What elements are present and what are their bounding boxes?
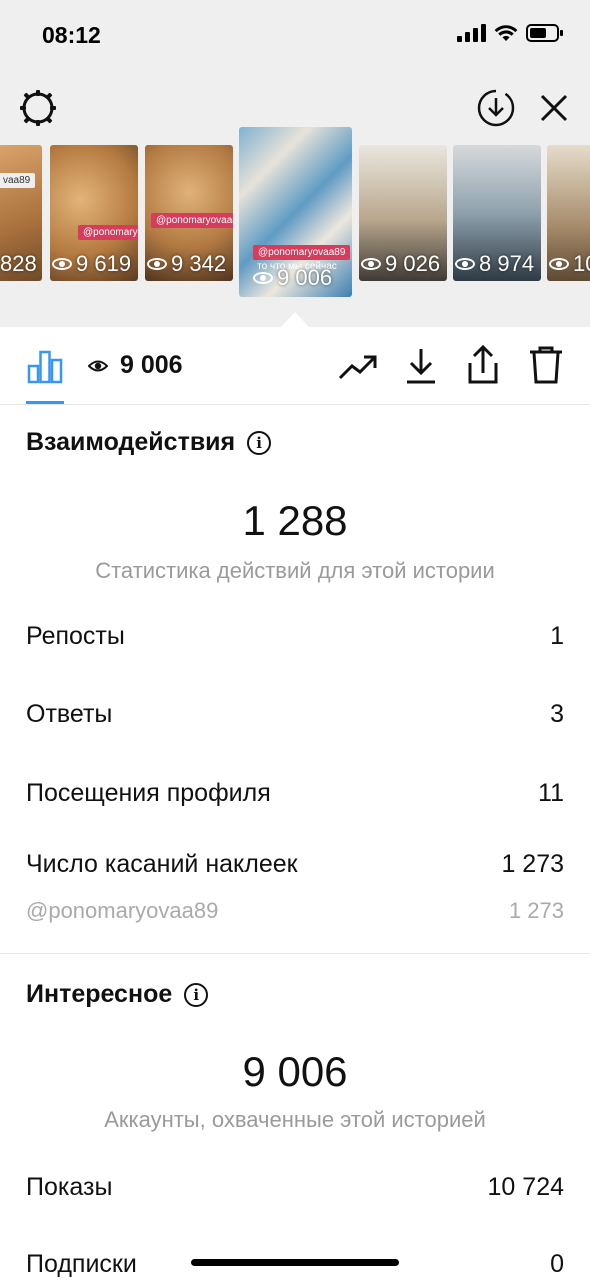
interactions-subtitle: Статистика действий для этой истории bbox=[95, 558, 495, 583]
eye-icon bbox=[549, 258, 569, 270]
metric-label: Ответы bbox=[26, 700, 113, 728]
story-tag: vaa89 bbox=[0, 173, 36, 188]
metric-value: 1 bbox=[550, 622, 564, 650]
metric-row: Посещения профиля 11 bbox=[26, 779, 564, 808]
active-tab-indicator bbox=[26, 401, 64, 404]
insights-toolbar: 9 006 bbox=[0, 327, 590, 405]
eye-icon bbox=[52, 258, 72, 270]
eye-icon bbox=[361, 258, 381, 270]
views-value: 9 006 bbox=[120, 351, 183, 379]
bar-chart-icon[interactable] bbox=[26, 347, 64, 385]
metric-label: Показы bbox=[26, 1173, 113, 1201]
story-view-count: 828 bbox=[0, 251, 37, 276]
story-thumbnail[interactable]: 8 974 bbox=[453, 145, 541, 281]
metric-row: Ответы 3 bbox=[26, 700, 564, 729]
settings-gear-icon[interactable] bbox=[18, 88, 58, 128]
status-bar: 08:12 bbox=[0, 0, 590, 72]
metric-row: Число касаний наклеек 1 273 bbox=[26, 850, 564, 879]
metric-row: Показы 10 724 bbox=[26, 1173, 564, 1202]
story-thumbnail[interactable]: 10 bbox=[547, 145, 590, 281]
story-header: vaa89 828 @ponomaryovaa89 9 619 @ponomar… bbox=[0, 72, 590, 327]
sticker-detail-label: @ponomaryovaa89 bbox=[26, 898, 219, 923]
interactions-total: 1 288 bbox=[242, 497, 348, 544]
sticker-detail-value: 1 273 bbox=[508, 898, 564, 923]
story-thumbnail[interactable]: 9 026 bbox=[359, 145, 447, 281]
metric-row: Репосты 1 bbox=[26, 622, 564, 651]
share-icon[interactable] bbox=[464, 343, 502, 387]
battery-icon bbox=[526, 24, 563, 42]
story-thumbnail[interactable]: @ponomaryovaa89 9 619 bbox=[50, 145, 138, 281]
story-view-count: 10 bbox=[549, 251, 590, 277]
story-view-count: 9 342 bbox=[147, 251, 226, 277]
story-view-count: 9 026 bbox=[361, 251, 440, 277]
story-thumbnail-active[interactable]: @ponomaryovaa89 то что мы сейчас 9 006 bbox=[239, 127, 352, 297]
story-thumbnail[interactable]: @ponomaryovaa89 9 342 bbox=[145, 145, 233, 281]
metric-label: Подписки bbox=[26, 1250, 137, 1278]
discovery-title: Интересное bbox=[26, 980, 173, 1008]
metric-value: 0 bbox=[550, 1250, 564, 1278]
story-thumbnail[interactable]: vaa89 828 bbox=[0, 145, 42, 281]
status-time: 08:12 bbox=[42, 22, 101, 48]
discovery-subtitle: Аккаунты, охваченные этой историей bbox=[104, 1107, 486, 1132]
section-divider bbox=[0, 953, 590, 954]
eye-icon bbox=[253, 272, 273, 284]
cellular-signal-icon bbox=[457, 24, 486, 42]
info-icon[interactable]: i bbox=[247, 430, 272, 455]
eye-icon bbox=[147, 258, 167, 270]
wifi-icon bbox=[494, 25, 518, 41]
active-story-pointer bbox=[281, 312, 309, 327]
eye-icon bbox=[88, 360, 108, 371]
discovery-heading: Интересное i bbox=[26, 980, 209, 1009]
story-view-count: 8 974 bbox=[455, 251, 534, 277]
story-tag: @ponomaryovaa89 bbox=[78, 225, 138, 240]
metric-value: 3 bbox=[550, 700, 564, 728]
eye-icon bbox=[455, 258, 475, 270]
interactions-heading: Взаимодействия i bbox=[26, 428, 272, 457]
discovery-total: 9 006 bbox=[242, 1048, 348, 1095]
metric-value: 1 273 bbox=[501, 850, 564, 878]
trending-up-icon[interactable] bbox=[336, 347, 380, 387]
story-view-count: 9 006 bbox=[253, 265, 332, 291]
metric-label: Число касаний наклеек bbox=[26, 850, 298, 878]
trash-icon[interactable] bbox=[526, 343, 566, 387]
status-icons bbox=[457, 24, 564, 42]
metric-label: Репосты bbox=[26, 622, 125, 650]
close-icon[interactable] bbox=[534, 88, 574, 128]
download-circle-icon[interactable] bbox=[474, 86, 518, 130]
story-view-count: 9 619 bbox=[52, 251, 131, 277]
stories-strip[interactable]: vaa89 828 @ponomaryovaa89 9 619 @ponomar… bbox=[0, 127, 590, 302]
views-count: 9 006 bbox=[88, 351, 183, 380]
metric-label: Посещения профиля bbox=[26, 779, 271, 807]
home-indicator[interactable] bbox=[191, 1259, 399, 1266]
interactions-title: Взаимодействия bbox=[26, 428, 236, 456]
info-icon[interactable]: i bbox=[184, 982, 209, 1007]
metric-value: 11 bbox=[538, 779, 564, 807]
story-tag: @ponomaryovaa89 bbox=[151, 213, 233, 228]
sticker-detail-row: @ponomaryovaa89 1 273 bbox=[26, 898, 564, 924]
story-tag: @ponomaryovaa89 bbox=[253, 245, 351, 260]
download-icon[interactable] bbox=[402, 345, 440, 387]
metric-value: 10 724 bbox=[487, 1173, 564, 1201]
